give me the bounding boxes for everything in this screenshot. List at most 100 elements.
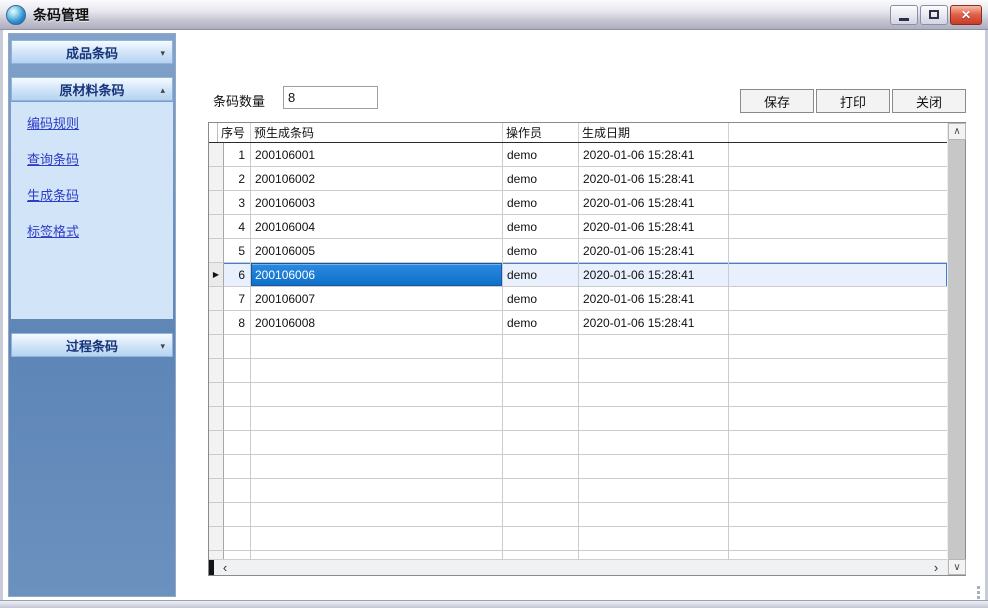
scroll-left-button[interactable]: ‹ <box>216 560 234 575</box>
cell-operator[interactable] <box>503 431 579 455</box>
table-row[interactable] <box>209 407 947 431</box>
save-button[interactable]: 保存 <box>740 89 814 113</box>
sidebar-section-finished-product[interactable]: 成品条码 ▾ <box>11 40 173 64</box>
table-row[interactable]: 2 200106002 demo 2020-01-06 15:28:41 <box>209 167 947 191</box>
cell-date[interactable] <box>579 359 729 383</box>
sidebar-link[interactable]: 生成条码 <box>27 185 79 204</box>
table-row[interactable]: 7 200106007 demo 2020-01-06 15:28:41 <box>209 287 947 311</box>
cell-operator[interactable]: demo <box>503 311 579 335</box>
minimize-button[interactable] <box>890 5 918 25</box>
row-indicator[interactable] <box>209 191 224 215</box>
cell-seq[interactable]: 8 <box>224 311 251 335</box>
table-row[interactable] <box>209 479 947 503</box>
titlebar[interactable]: 条码管理 ✕ <box>0 0 988 30</box>
cell-barcode[interactable] <box>251 383 503 407</box>
cell-seq[interactable] <box>224 527 251 551</box>
cell-seq[interactable]: 2 <box>224 167 251 191</box>
cell-operator[interactable]: demo <box>503 215 579 239</box>
cell-date[interactable] <box>579 479 729 503</box>
cell-operator[interactable] <box>503 383 579 407</box>
scroll-down-button[interactable]: ∨ <box>948 559 966 575</box>
cell-date[interactable]: 2020-01-06 15:28:41 <box>579 143 729 167</box>
cell-barcode[interactable] <box>251 335 503 359</box>
table-row[interactable] <box>209 335 947 359</box>
cell-seq[interactable] <box>224 335 251 359</box>
row-indicator[interactable] <box>209 551 224 559</box>
row-indicator[interactable]: ▶ <box>209 263 224 287</box>
cell-seq[interactable]: 3 <box>224 191 251 215</box>
cell-date[interactable]: 2020-01-06 15:28:41 <box>579 287 729 311</box>
cell-date[interactable]: 2020-01-06 15:28:41 <box>579 239 729 263</box>
cell-seq[interactable]: 7 <box>224 287 251 311</box>
header-operator[interactable]: 操作员 <box>503 123 579 142</box>
row-indicator[interactable] <box>209 455 224 479</box>
row-indicator[interactable] <box>209 239 224 263</box>
cell-barcode[interactable]: 200106003 <box>251 191 503 215</box>
cell-seq[interactable]: 4 <box>224 215 251 239</box>
cell-operator[interactable]: demo <box>503 191 579 215</box>
cell-seq[interactable] <box>224 383 251 407</box>
cell-date[interactable]: 2020-01-06 15:28:41 <box>579 167 729 191</box>
horizontal-scrollbar[interactable]: ‹ › <box>209 559 947 575</box>
sidebar-section-raw-material[interactable]: 原材料条码 ▴ <box>11 77 173 101</box>
cell-seq[interactable] <box>224 407 251 431</box>
header-seq[interactable]: 序号 <box>218 123 251 142</box>
row-indicator[interactable] <box>209 167 224 191</box>
cell-date[interactable]: 2020-01-06 15:28:41 <box>579 215 729 239</box>
close-button[interactable]: 关闭 <box>892 89 966 113</box>
quantity-input[interactable] <box>283 86 378 109</box>
cell-seq[interactable] <box>224 359 251 383</box>
row-indicator[interactable] <box>209 359 224 383</box>
row-indicator[interactable] <box>209 383 224 407</box>
cell-barcode[interactable]: 200106005 <box>251 239 503 263</box>
cell-operator[interactable] <box>503 479 579 503</box>
cell-barcode[interactable]: 200106001 <box>251 143 503 167</box>
cell-operator[interactable]: demo <box>503 263 579 287</box>
cell-barcode[interactable] <box>251 527 503 551</box>
cell-seq[interactable] <box>224 455 251 479</box>
table-row[interactable]: 3 200106003 demo 2020-01-06 15:28:41 <box>209 191 947 215</box>
maximize-button[interactable] <box>920 5 948 25</box>
table-row[interactable] <box>209 383 947 407</box>
cell-barcode[interactable] <box>251 359 503 383</box>
table-row[interactable]: 5 200106005 demo 2020-01-06 15:28:41 <box>209 239 947 263</box>
cell-operator[interactable] <box>503 407 579 431</box>
cell-barcode[interactable] <box>251 455 503 479</box>
cell-barcode[interactable]: 200106008 <box>251 311 503 335</box>
cell-date[interactable] <box>579 527 729 551</box>
table-row[interactable] <box>209 455 947 479</box>
cell-seq[interactable]: 5 <box>224 239 251 263</box>
cell-operator[interactable]: demo <box>503 239 579 263</box>
cell-barcode[interactable] <box>251 503 503 527</box>
cell-date[interactable] <box>579 551 729 559</box>
cell-seq[interactable]: 1 <box>224 143 251 167</box>
print-button[interactable]: 打印 <box>816 89 890 113</box>
row-indicator[interactable] <box>209 215 224 239</box>
table-row[interactable]: 4 200106004 demo 2020-01-06 15:28:41 <box>209 215 947 239</box>
row-indicator[interactable] <box>209 407 224 431</box>
cell-operator[interactable] <box>503 503 579 527</box>
table-row[interactable] <box>209 431 947 455</box>
row-indicator[interactable] <box>209 287 224 311</box>
cell-operator[interactable] <box>503 335 579 359</box>
cell-seq[interactable]: 6 <box>224 263 251 287</box>
table-row[interactable] <box>209 551 947 559</box>
cell-operator[interactable]: demo <box>503 287 579 311</box>
cell-barcode[interactable]: 200106002 <box>251 167 503 191</box>
cell-date[interactable] <box>579 455 729 479</box>
scroll-right-button[interactable]: › <box>927 560 945 575</box>
row-indicator[interactable] <box>209 311 224 335</box>
cell-barcode[interactable] <box>251 551 503 559</box>
cell-barcode[interactable]: 200106006 <box>251 263 503 287</box>
cell-barcode[interactable]: 200106007 <box>251 287 503 311</box>
cell-date[interactable] <box>579 503 729 527</box>
header-barcode[interactable]: 预生成条码 <box>251 123 503 142</box>
row-indicator[interactable] <box>209 479 224 503</box>
cell-barcode[interactable]: 200106004 <box>251 215 503 239</box>
sidebar-link[interactable]: 标签格式 <box>27 221 79 240</box>
row-indicator[interactable] <box>209 143 224 167</box>
table-row[interactable]: ▶ 6 200106006 demo 2020-01-06 15:28:41 <box>209 263 947 287</box>
cell-operator[interactable]: demo <box>503 167 579 191</box>
cell-date[interactable]: 2020-01-06 15:28:41 <box>579 311 729 335</box>
cell-operator[interactable] <box>503 551 579 559</box>
